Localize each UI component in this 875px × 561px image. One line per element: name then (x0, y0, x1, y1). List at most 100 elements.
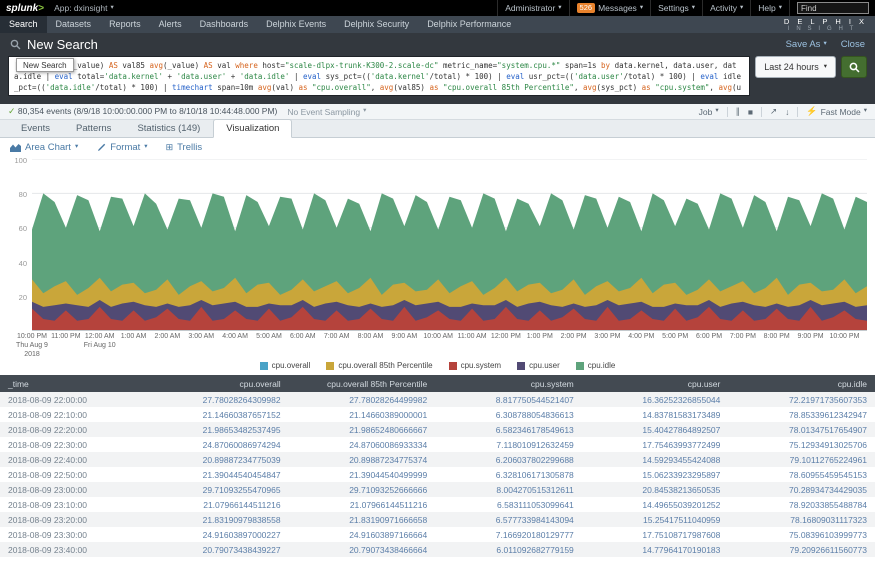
cell-value[interactable]: 75.12934913025706 (728, 437, 875, 452)
cell-value[interactable]: 78.89130720167808 (728, 557, 875, 561)
messages-menu[interactable]: 526Messages▾ (569, 0, 651, 16)
cell-value[interactable]: 6.011092682779159 (435, 542, 582, 557)
chart-type-picker[interactable]: Area Chart▾ (10, 142, 78, 153)
cell-time[interactable]: 2018-08-09 22:00:00 (0, 392, 142, 407)
run-search-button[interactable] (841, 56, 867, 78)
cell-time[interactable]: 2018-08-09 23:00:00 (0, 482, 142, 497)
splunk-logo[interactable]: splunk> (6, 3, 44, 14)
nav-item-search[interactable]: Search (0, 16, 47, 33)
tab-events[interactable]: Events (8, 119, 63, 138)
cell-value[interactable]: 6.308788054836613 (435, 407, 582, 422)
cell-value[interactable]: 21.98653482537495 (142, 422, 289, 437)
cell-value[interactable]: 79.20926611560773 (728, 542, 875, 557)
cell-value[interactable]: 20.84538213650535 (582, 482, 729, 497)
cell-value[interactable]: 70.28934734429035 (728, 482, 875, 497)
column-header-time[interactable]: _time (0, 375, 142, 392)
job-menu[interactable]: Job▾ (699, 107, 719, 117)
cell-value[interactable]: 21.07966144511216 (142, 497, 289, 512)
cell-value[interactable]: 6.582346178549613 (435, 422, 582, 437)
cell-value[interactable]: 6.577733984143094 (435, 512, 582, 527)
tab-visualization[interactable]: Visualization (213, 119, 292, 138)
area-chart[interactable] (32, 159, 867, 331)
nav-item-delphix-events[interactable]: Delphix Events (257, 16, 335, 33)
search-mode-menu[interactable]: ⚡Fast Mode▾ (806, 106, 867, 117)
cell-time[interactable]: 2018-08-09 22:50:00 (0, 467, 142, 482)
cell-value[interactable]: 21.10869279932227 (142, 557, 289, 561)
cell-value[interactable]: 14.59293455424088 (582, 452, 729, 467)
tab-patterns[interactable]: Patterns (63, 119, 124, 138)
cell-value[interactable]: 6.328106171305878 (435, 467, 582, 482)
cell-value[interactable]: 20.89887234775039 (142, 452, 289, 467)
cell-value[interactable]: 78.01347517654907 (728, 422, 875, 437)
cell-time[interactable]: 2018-08-09 23:30:00 (0, 527, 142, 542)
cell-value[interactable]: 15.25417511040959 (582, 512, 729, 527)
cell-value[interactable]: 24.91603897166664 (289, 527, 436, 542)
cell-value[interactable]: 14.77964170190183 (582, 542, 729, 557)
legend-item-cpu-idle[interactable]: cpu.idle (576, 361, 616, 370)
cell-value[interactable]: 21.98652480666667 (289, 422, 436, 437)
cell-time[interactable]: 2018-08-09 22:40:00 (0, 452, 142, 467)
cell-value[interactable]: 8.004270515312611 (435, 482, 582, 497)
legend-item-cpu-overall-85th-percentile[interactable]: cpu.overall 85th Percentile (326, 361, 432, 370)
cell-value[interactable]: 21.14660387657152 (142, 407, 289, 422)
column-header-cpu-user[interactable]: cpu.user (582, 375, 729, 392)
cell-value[interactable]: 79.10112765224961 (728, 452, 875, 467)
cell-value[interactable]: 6.583111053099641 (435, 497, 582, 512)
event-sampling-menu[interactable]: No Event Sampling▾ (287, 107, 366, 117)
cell-time[interactable]: 2018-08-09 22:20:00 (0, 422, 142, 437)
close-button[interactable]: Close (841, 39, 865, 50)
time-range-picker[interactable]: Last 24 hours▾ (755, 56, 836, 78)
cell-value[interactable]: 14.83781583173489 (582, 407, 729, 422)
cell-value[interactable]: 20.79073438466664 (289, 542, 436, 557)
nav-item-dashboards[interactable]: Dashboards (191, 16, 258, 33)
cell-value[interactable]: 27.78028264309982 (142, 392, 289, 407)
cell-value[interactable]: 20.79073438439227 (142, 542, 289, 557)
save-as-menu[interactable]: Save As▾ (786, 39, 827, 50)
cell-value[interactable]: 29.71093255470965 (142, 482, 289, 497)
legend-item-cpu-system[interactable]: cpu.system (449, 361, 501, 370)
trellis-menu[interactable]: ⊞ Trellis (166, 142, 203, 153)
column-header-cpu-idle[interactable]: cpu.idle (728, 375, 875, 392)
cell-value[interactable]: 21.10869279666664 (289, 557, 436, 561)
stop-icon[interactable]: ■ (748, 107, 753, 117)
cell-value[interactable]: 17.75463993772499 (582, 437, 729, 452)
cell-value[interactable]: 14.96879228412147 (582, 557, 729, 561)
cell-value[interactable]: 21.83190979838558 (142, 512, 289, 527)
cell-value[interactable]: 21.39044540454847 (142, 467, 289, 482)
cell-value[interactable]: 78.85339612342947 (728, 407, 875, 422)
cell-value[interactable]: 72.21971735607353 (728, 392, 875, 407)
cell-value[interactable]: 15.06233923295897 (582, 467, 729, 482)
share-icon[interactable]: ↗ (770, 106, 777, 117)
column-header-cpu-overall-85th-percentile[interactable]: cpu.overall 85th Percentile (289, 375, 436, 392)
cell-value[interactable]: 24.87060086974294 (142, 437, 289, 452)
legend-item-cpu-user[interactable]: cpu.user (517, 361, 560, 370)
cell-value[interactable]: 6.206037802299688 (435, 452, 582, 467)
cell-value[interactable]: 7.118010912632459 (435, 437, 582, 452)
help-menu[interactable]: Help▾ (750, 0, 789, 16)
cell-value[interactable]: 14.49655039201252 (582, 497, 729, 512)
cell-time[interactable]: 2018-08-09 23:20:00 (0, 512, 142, 527)
cell-value[interactable]: 24.87060086933334 (289, 437, 436, 452)
cell-time[interactable]: 2018-08-09 22:30:00 (0, 437, 142, 452)
cell-value[interactable]: 21.39044540499999 (289, 467, 436, 482)
cell-value[interactable]: 6.398818239623457 (435, 557, 582, 561)
cell-value[interactable]: 78.60955459545153 (728, 467, 875, 482)
nav-item-alerts[interactable]: Alerts (150, 16, 191, 33)
column-header-cpu-overall[interactable]: cpu.overall (142, 375, 289, 392)
format-menu[interactable]: Format▾ (96, 142, 147, 153)
export-icon[interactable]: ↓ (785, 107, 789, 117)
cell-value[interactable]: 24.91603897000227 (142, 527, 289, 542)
cell-value[interactable]: 78.92033855488784 (728, 497, 875, 512)
cell-value[interactable]: 75.08396103999773 (728, 527, 875, 542)
cell-value[interactable]: 78.16809031117323 (728, 512, 875, 527)
cell-value[interactable]: 20.89887234775374 (289, 452, 436, 467)
cell-value[interactable]: 16.36252326855044 (582, 392, 729, 407)
cell-value[interactable]: 21.14660389000001 (289, 407, 436, 422)
settings-menu[interactable]: Settings▾ (650, 0, 702, 16)
cell-time[interactable]: 2018-08-09 23:40:00 (0, 542, 142, 557)
administrator-menu[interactable]: Administrator▾ (497, 0, 568, 16)
nav-item-datasets[interactable]: Datasets (47, 16, 101, 33)
cell-time[interactable]: 2018-08-09 23:50:00 (0, 557, 142, 561)
cell-value[interactable]: 21.83190971666658 (289, 512, 436, 527)
nav-item-delphix-performance[interactable]: Delphix Performance (418, 16, 520, 33)
